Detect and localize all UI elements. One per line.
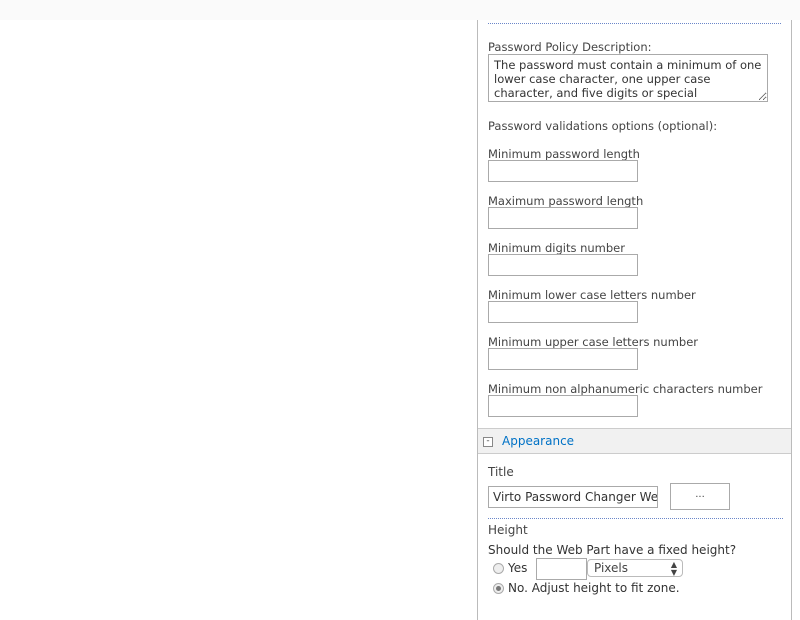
- min-digits-label: Minimum digits number: [488, 241, 625, 255]
- yes-label: Yes: [508, 561, 528, 575]
- no-radio[interactable]: [493, 583, 504, 594]
- min-upper-label: Minimum upper case letters number: [488, 335, 699, 349]
- validations-label: Password validations options (optional):: [488, 119, 718, 133]
- min-upper-input[interactable]: [488, 348, 638, 370]
- appearance-header[interactable]: - Appearance: [478, 428, 791, 454]
- title-builder-button[interactable]: ...: [670, 483, 730, 510]
- collapse-icon[interactable]: -: [483, 437, 493, 447]
- min-lower-label: Minimum lower case letters number: [488, 288, 696, 302]
- min-length-label: Minimum password length: [488, 147, 640, 161]
- appearance-header-label[interactable]: Appearance: [502, 434, 574, 448]
- min-nonalnum-label: Minimum non alphanumeric characters numb…: [488, 382, 763, 396]
- description-textarea[interactable]: The password must contain a minimum of o…: [488, 54, 768, 102]
- min-digits-input[interactable]: [488, 254, 638, 276]
- title-label: Title: [488, 465, 514, 479]
- title-input[interactable]: Virto Password Changer Web Part: [488, 486, 658, 508]
- unit-select[interactable]: Pixels ▲ ▼: [587, 559, 683, 577]
- chevron-updown-icon: ▲ ▼: [670, 560, 677, 577]
- min-length-input[interactable]: [488, 160, 638, 182]
- no-label: No. Adjust height to fit zone.: [508, 581, 680, 595]
- height-label: Height: [488, 523, 528, 537]
- max-length-input[interactable]: [488, 207, 638, 229]
- top-bar: [0, 0, 800, 20]
- divider: [488, 23, 781, 24]
- height-question: Should the Web Part have a fixed height?: [488, 543, 737, 557]
- max-length-label: Maximum password length: [488, 194, 644, 208]
- tool-pane: Password Policy Description: The passwor…: [477, 20, 792, 620]
- divider: [488, 518, 783, 519]
- height-input[interactable]: [536, 558, 587, 580]
- description-label: Password Policy Description:: [488, 40, 652, 54]
- min-lower-input[interactable]: [488, 301, 638, 323]
- unit-selected: Pixels: [594, 561, 629, 575]
- min-nonalnum-input[interactable]: [488, 395, 638, 417]
- yes-radio[interactable]: [493, 563, 504, 574]
